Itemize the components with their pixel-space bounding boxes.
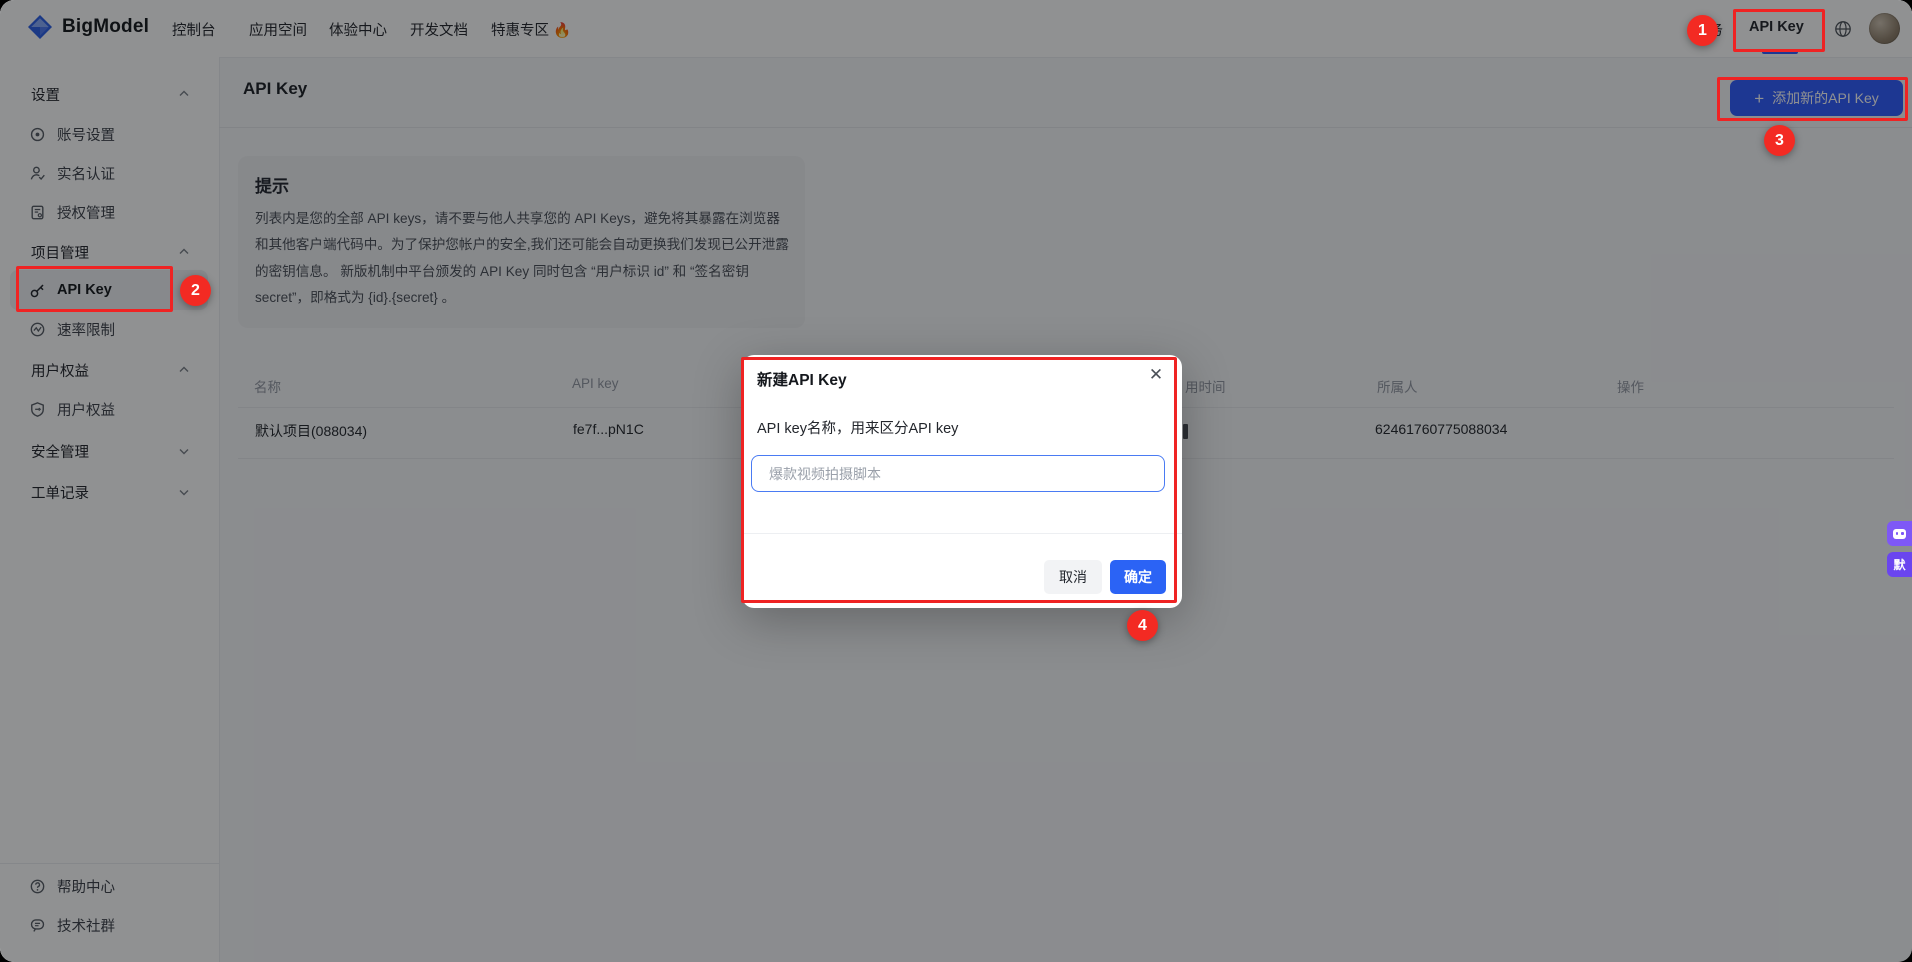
browser-extension-icon-2[interactable]: 默 [1887, 552, 1912, 577]
api-key-name-input[interactable] [751, 455, 1165, 492]
step-badge-1: 1 [1687, 15, 1718, 46]
cancel-button[interactable]: 取消 [1044, 560, 1102, 594]
step-badge-4: 4 [1127, 610, 1158, 641]
modal-title: 新建API Key [757, 368, 847, 390]
robot-face-glyph [1893, 529, 1906, 539]
new-api-key-modal: 新建API Key ✕ API key名称，用来区分API key 取消 确定 [742, 355, 1182, 608]
screenshot-frame: BigModel 控制台 应用空间 体验中心 开发文档 特惠专区 🔥 财务 AP… [0, 0, 1912, 962]
api-key-name-field-label: API key名称，用来区分API key [757, 417, 958, 438]
step-badge-2: 2 [180, 275, 211, 306]
browser-extension-icon-1[interactable] [1887, 521, 1912, 546]
extension-glyph: 默 [1893, 556, 1905, 573]
modal-footer-divider [742, 533, 1182, 534]
confirm-button[interactable]: 确定 [1110, 560, 1166, 594]
close-icon[interactable]: ✕ [1144, 363, 1168, 387]
step-badge-3: 3 [1764, 125, 1795, 156]
